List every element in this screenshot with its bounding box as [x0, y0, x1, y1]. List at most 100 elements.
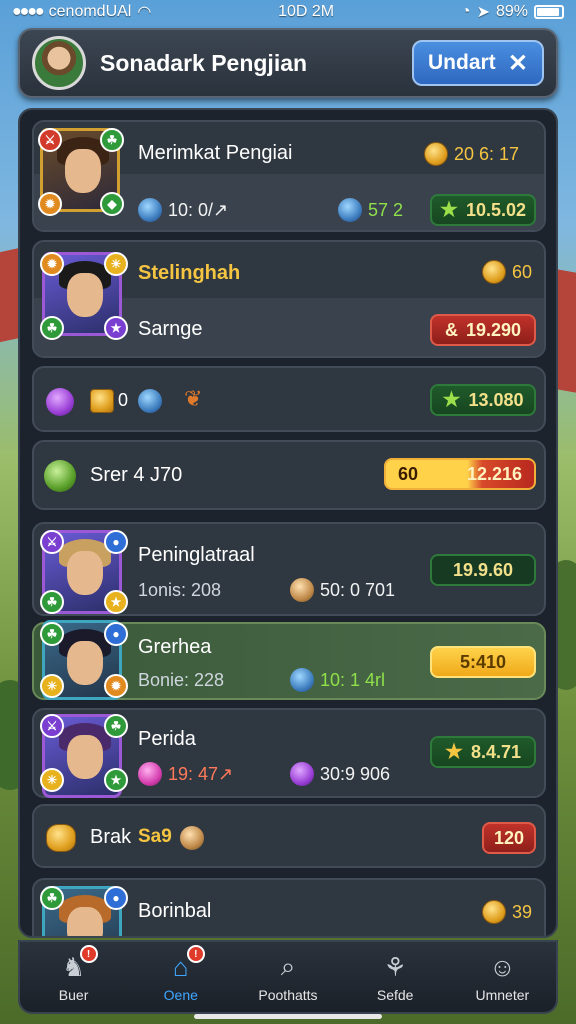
- list-item[interactable]: Brak Sa9 120: [32, 804, 546, 868]
- item-accent: Sa9: [138, 826, 172, 847]
- hero-name: Merimkat Pengiai: [138, 142, 293, 164]
- close-icon[interactable]: ✕: [508, 49, 528, 78]
- gold-value: 39: [512, 901, 533, 922]
- leaf-badge-icon: ☘: [40, 622, 64, 646]
- sun-badge-icon: ☀: [104, 252, 128, 276]
- flame-badge-icon: ✹: [38, 192, 62, 216]
- leaf-badge-icon: ☘: [40, 316, 64, 340]
- hero-name: Peninglatraal: [138, 544, 255, 566]
- hero-name: Borinbal: [138, 900, 212, 922]
- nav-label: Buer: [58, 987, 89, 1003]
- alarm-icon: ◔: [460, 3, 471, 20]
- nav-item-home[interactable]: ! ⌂ Oene: [131, 945, 231, 1003]
- creature-icon: ⚘: [383, 951, 407, 982]
- leaf-badge-icon: ☘: [40, 590, 64, 614]
- hero-stat: 50: 0 701: [320, 579, 396, 600]
- ampersand-icon: &: [444, 319, 458, 340]
- score-chip[interactable]: ★ 8.4.71: [430, 736, 536, 768]
- leaf-badge-icon: ☘: [104, 714, 128, 738]
- sun-badge-icon: ☀: [40, 674, 64, 698]
- hero-name: Stelinghah: [138, 262, 241, 284]
- coin-icon: [482, 260, 506, 284]
- sun-badge-icon: ☀: [40, 768, 64, 792]
- carrier-label: cenomdUAl: [48, 3, 132, 20]
- shield-icon: [290, 578, 314, 602]
- nav-item-buer[interactable]: ! ♞ Buer: [24, 945, 124, 1003]
- sword-badge-icon: ⚔: [40, 714, 64, 738]
- search-icon: ⌕: [280, 951, 296, 981]
- nav-label: Oene: [163, 987, 198, 1003]
- hero-stat: 10: 0/↗: [168, 199, 229, 220]
- item-count: 0: [118, 390, 129, 410]
- hero-stat-secondary: 57 2: [368, 199, 404, 220]
- drop-badge-icon: ●: [104, 886, 128, 910]
- gem-icon: [138, 198, 162, 222]
- coin-icon: [180, 826, 204, 850]
- nav-label: Sefde: [376, 987, 414, 1003]
- score-chip[interactable]: 60 12.216: [384, 458, 536, 490]
- undart-button-label: Undart: [428, 51, 496, 74]
- signal-icon: ●●●●: [12, 3, 45, 20]
- gold-value: 20 6: 17: [454, 143, 520, 164]
- home-indicator[interactable]: [194, 1014, 382, 1019]
- battery-icon: [534, 5, 564, 19]
- nav-item-search[interactable]: ⌕ Poothatts: [238, 951, 338, 1003]
- page-title: Sonadark Pengjian: [100, 49, 308, 76]
- star-badge-icon: ★: [104, 316, 128, 340]
- flame-badge-icon: ✹: [40, 252, 64, 276]
- list-item[interactable]: 0 ❦ ★ 13.080: [32, 366, 546, 432]
- gold-value: 60: [512, 261, 533, 282]
- list-item[interactable]: ⚔ ● ☘ ★ Peninglatraal 1onis: 208 50: 0 7…: [32, 522, 546, 616]
- hero-name: Perida: [138, 728, 196, 750]
- list-item[interactable]: ⚔ ☘ ✹ ◆ Merimkat Pengiai 20 6: 17 10: 0/…: [32, 120, 546, 232]
- magic-orb-icon: [46, 388, 74, 416]
- hero-stat: 19: 47↗: [168, 763, 234, 784]
- nav-item-profile[interactable]: ☺ Umneter: [452, 951, 552, 1004]
- list-item[interactable]: ☘ ● ☀ ✹ Grerhea Bonie: 228 10: 1 4rl 5:4…: [32, 620, 546, 700]
- score-chip[interactable]: ★ 10.5.02: [430, 194, 536, 226]
- list-item[interactable]: ☘ ● Borinbal 39: [32, 878, 546, 936]
- coin-icon: [482, 900, 506, 924]
- list-item[interactable]: ✹ ☀ ☘ ★ Stelinghah 60 Sarnge & 19.290: [32, 240, 546, 358]
- coin-icon: [424, 142, 448, 166]
- user-icon: ☺: [489, 951, 516, 982]
- score-chip[interactable]: 19.9.60: [430, 554, 536, 586]
- hero-subname: Sarnge: [138, 318, 203, 340]
- leaf-badge-icon: ☘: [100, 128, 124, 152]
- leaf-badge-icon: ☘: [40, 886, 64, 910]
- star-icon: ★: [440, 199, 458, 221]
- notification-badge: !: [79, 945, 98, 963]
- feather-icon: ❦: [184, 386, 203, 411]
- score-chip[interactable]: 120: [482, 822, 536, 854]
- chest-icon: [90, 389, 114, 413]
- hero-bonus: Bonie: 228: [138, 670, 225, 690]
- sword-badge-icon: ⚔: [38, 128, 62, 152]
- clock: 10D 2M: [278, 3, 335, 20]
- list-item[interactable]: ⚔ ☘ ☀ ★ Perida 19: 47↗ 30:9 906 ★ 8.4.71: [32, 708, 546, 798]
- star-badge-icon: ★: [104, 768, 128, 792]
- hero-stat: 10: 1 4rl: [320, 669, 386, 690]
- nav-item-creatures[interactable]: ⚘ Sefde: [345, 951, 445, 1004]
- undart-button[interactable]: Undart ✕: [412, 40, 544, 86]
- hero-stat-secondary: 30:9 906: [320, 763, 391, 784]
- potion-icon: [338, 198, 362, 222]
- hero-bonus: 1onis: 208: [138, 580, 222, 600]
- treasure-icon: [46, 824, 76, 852]
- star-icon: ★: [442, 389, 461, 411]
- player-avatar[interactable]: [32, 36, 86, 90]
- flame-badge-icon: ✹: [104, 674, 128, 698]
- score-chip[interactable]: ★ 13.080: [430, 384, 536, 416]
- hero-list: ⚔ ☘ ✹ ◆ Merimkat Pengiai 20 6: 17 10: 0/…: [18, 108, 558, 938]
- battery-percent: 89%: [495, 3, 528, 20]
- score-chip[interactable]: 5:410: [430, 646, 536, 678]
- nav-label: Umneter: [475, 987, 530, 1003]
- nav-label: Poothatts: [258, 987, 318, 1003]
- drop-badge-icon: ●: [104, 622, 128, 646]
- location-icon: ➤: [476, 4, 490, 21]
- hero-name: Srer 4 J70: [90, 464, 183, 486]
- gem-icon: [138, 389, 162, 413]
- list-item[interactable]: Srer 4 J70 60 12.216: [32, 440, 546, 510]
- score-chip[interactable]: & 19.290: [430, 314, 536, 346]
- potion-icon: [290, 668, 314, 692]
- hero-name: Grerhea: [138, 636, 212, 658]
